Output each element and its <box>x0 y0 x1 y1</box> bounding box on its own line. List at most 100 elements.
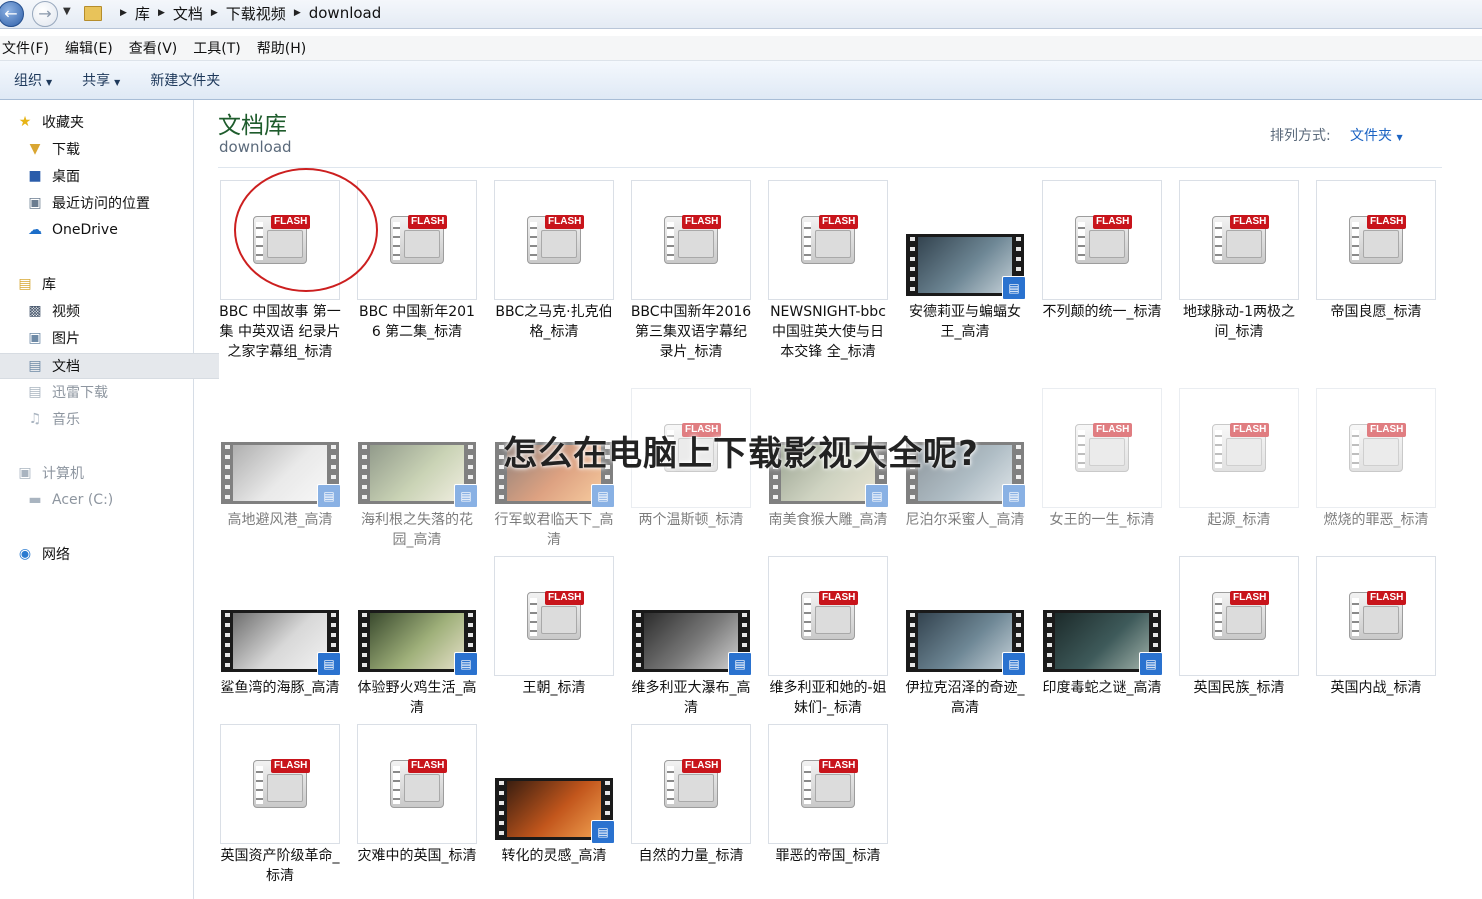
file-item[interactable]: FLASH 英国资产阶级革命_标清 <box>220 724 340 886</box>
file-thumbnail[interactable]: FLASH <box>631 724 751 844</box>
sidebar-item-drive-c[interactable]: ▬ Acer (C:) <box>0 488 219 512</box>
flash-video-icon: FLASH <box>664 215 722 264</box>
file-item[interactable]: FLASH 地球脉动-1两极之间_标清 <box>1179 180 1299 342</box>
sidebar-item-documents[interactable]: ▤ 文档 <box>0 353 219 379</box>
file-thumbnail[interactable]: FLASH <box>768 180 888 300</box>
file-item[interactable]: FLASH 英国民族_标清 <box>1179 556 1299 698</box>
sidebar-item-label: 网络 <box>42 547 70 563</box>
sidebar-item-recent[interactable]: ▣ 最近访问的位置 <box>0 191 219 215</box>
file-name: 印度毒蛇之谜_高清 <box>1042 680 1162 696</box>
file-thumbnail[interactable]: FLASH <box>1042 180 1162 300</box>
file-thumbnail[interactable]: FLASH <box>1179 180 1299 300</box>
video-thumbnail-icon: ▤ <box>221 610 341 676</box>
chevron-right-icon[interactable]: ▶ <box>120 8 127 18</box>
file-thumbnail[interactable]: FLASH <box>494 556 614 676</box>
file-item[interactable]: ▤ 安德莉亚与蝙蝠女王_高清 <box>905 180 1026 342</box>
flash-video-icon: FLASH <box>801 215 859 264</box>
file-thumbnail[interactable]: ▤ <box>357 556 478 676</box>
file-item[interactable]: FLASH NEWSNIGHT-bbc 中国驻英大使与日本交锋 全_标清 <box>768 180 888 362</box>
breadcrumb-item[interactable]: 库 <box>135 3 150 24</box>
sidebar-item-pictures[interactable]: ▣ 图片 <box>0 326 219 350</box>
file-thumbnail[interactable]: FLASH <box>1179 556 1299 676</box>
file-thumbnail[interactable]: FLASH <box>220 724 340 844</box>
flash-video-icon: FLASH <box>1075 215 1133 264</box>
file-thumbnail[interactable]: ▤ <box>494 724 615 844</box>
file-item[interactable]: FLASH 灾难中的英国_标清 <box>357 724 477 866</box>
file-thumbnail[interactable]: FLASH <box>494 180 614 300</box>
file-item[interactable]: ▤ 维多利亚大瀑布_高清 <box>631 556 752 718</box>
file-thumbnail[interactable]: FLASH <box>1316 556 1436 676</box>
sidebar-item-desktop[interactable]: ■ 桌面 <box>0 164 219 188</box>
menu-help[interactable]: 帮助(H) <box>255 38 306 58</box>
network-icon: ◉ <box>18 546 32 562</box>
library-icon: ▤ <box>18 276 32 292</box>
file-item[interactable]: ▤ 转化的灵感_高清 <box>494 724 615 866</box>
menu-view[interactable]: 查看(V) <box>127 38 178 58</box>
file-item[interactable]: FLASH BBC之马克·扎克伯格_标清 <box>494 180 614 342</box>
file-thumbnail[interactable]: ▤ <box>631 556 752 676</box>
file-item[interactable]: ▤ 体验野火鸡生活_高清 <box>357 556 478 718</box>
file-item[interactable]: FLASH 帝国良愿_标清 <box>1316 180 1436 322</box>
file-thumbnail[interactable]: FLASH <box>631 180 751 300</box>
file-thumbnail[interactable]: ▤ <box>220 556 341 676</box>
file-item[interactable]: FLASH 罪恶的帝国_标清 <box>768 724 888 866</box>
breadcrumb-item[interactable]: download <box>309 4 382 22</box>
file-item[interactable]: FLASH 王朝_标清 <box>494 556 614 698</box>
sidebar-item-network[interactable]: ◉ 网络 <box>0 542 209 566</box>
chevron-right-icon[interactable]: ▶ <box>294 8 301 18</box>
file-item[interactable]: FLASH BBC 中国新年2016 第二集_标清 <box>357 180 477 342</box>
share-button[interactable]: 共享 ▼ <box>82 70 120 90</box>
file-item[interactable]: FLASH 不列颠的统一_标清 <box>1042 180 1162 322</box>
library-subtitle: download <box>219 138 292 156</box>
file-item[interactable]: ▤ 印度毒蛇之谜_高清 <box>1042 556 1163 698</box>
forward-arrow-icon: → <box>38 4 52 23</box>
sidebar-item-libraries[interactable]: ▤ 库 <box>0 272 209 296</box>
menu-tools[interactable]: 工具(T) <box>191 38 240 58</box>
sort-dropdown[interactable]: 文件夹 ▼ <box>1350 125 1403 145</box>
file-thumbnail[interactable]: ▤ <box>905 556 1026 676</box>
sidebar-item-label: Acer (C:) <box>52 492 114 508</box>
file-name: 英国内战_标清 <box>1330 680 1422 696</box>
file-thumbnail[interactable]: ▤ <box>905 180 1026 300</box>
new-folder-button[interactable]: 新建文件夹 <box>150 70 220 90</box>
chevron-right-icon[interactable]: ▶ <box>211 8 218 18</box>
file-item[interactable]: FLASH 维多利亚和她的-姐妹们-_标清 <box>768 556 888 718</box>
file-item[interactable]: ▤ 伊拉克沼泽的奇迹_高清 <box>905 556 1026 718</box>
sidebar-item-thunder[interactable]: ▤ 迅雷下载 <box>0 380 219 404</box>
flash-video-icon: FLASH <box>801 591 859 640</box>
file-item[interactable]: FLASH 自然的力量_标清 <box>631 724 751 866</box>
file-thumbnail[interactable]: FLASH <box>357 724 477 844</box>
video-badge-icon: ▤ <box>1002 484 1026 508</box>
breadcrumb-item[interactable]: 文档 <box>173 3 203 24</box>
organize-button[interactable]: 组织 ▼ <box>14 70 52 90</box>
flash-video-icon: FLASH <box>1349 591 1407 640</box>
menu-edit[interactable]: 编辑(E) <box>63 38 113 58</box>
sidebar-item-videos[interactable]: ▩ 视频 <box>0 299 219 323</box>
history-dropdown-icon[interactable]: ▼ <box>63 6 71 17</box>
file-item[interactable]: FLASH 英国内战_标清 <box>1316 556 1436 698</box>
sidebar-item-onedrive[interactable]: ☁ OneDrive <box>0 218 219 242</box>
sidebar-item-label: 库 <box>42 277 56 293</box>
overlay-caption: 怎么在电脑上下载影视大全呢? <box>503 434 979 474</box>
file-name: 不列颠的统一_标清 <box>1042 304 1162 320</box>
file-item[interactable]: ▤ 鲨鱼湾的海豚_高清 <box>220 556 341 698</box>
menu-file[interactable]: 文件(F) <box>0 38 49 58</box>
file-thumbnail[interactable]: FLASH <box>1316 180 1436 300</box>
chevron-right-icon[interactable]: ▶ <box>158 8 165 18</box>
menu-bar: 文件(F) 编辑(E) 查看(V) 工具(T) 帮助(H) <box>0 36 1482 61</box>
file-item[interactable]: FLASH BBC中国新年2016第三集双语字幕纪录片_标清 <box>631 180 751 362</box>
video-badge-icon: ▤ <box>317 484 341 508</box>
file-thumbnail[interactable]: FLASH <box>768 556 888 676</box>
flash-video-icon: FLASH <box>253 759 311 808</box>
folder-icon <box>84 5 102 21</box>
sidebar-item-favorites[interactable]: ★ 收藏夹 <box>0 110 209 134</box>
breadcrumb[interactable]: ▶ 库 ▶ 文档 ▶ 下载视频 ▶ download <box>84 0 381 26</box>
file-thumbnail[interactable]: FLASH <box>768 724 888 844</box>
flash-video-icon: FLASH <box>1212 591 1270 640</box>
forward-button[interactable]: → <box>32 1 58 27</box>
sidebar-item-downloads[interactable]: ▼ 下载 <box>0 137 219 161</box>
breadcrumb-item[interactable]: 下载视频 <box>226 3 286 24</box>
thunder-library-icon: ▤ <box>28 384 42 400</box>
back-button[interactable]: ← <box>0 1 24 27</box>
file-thumbnail[interactable]: ▤ <box>1042 556 1163 676</box>
